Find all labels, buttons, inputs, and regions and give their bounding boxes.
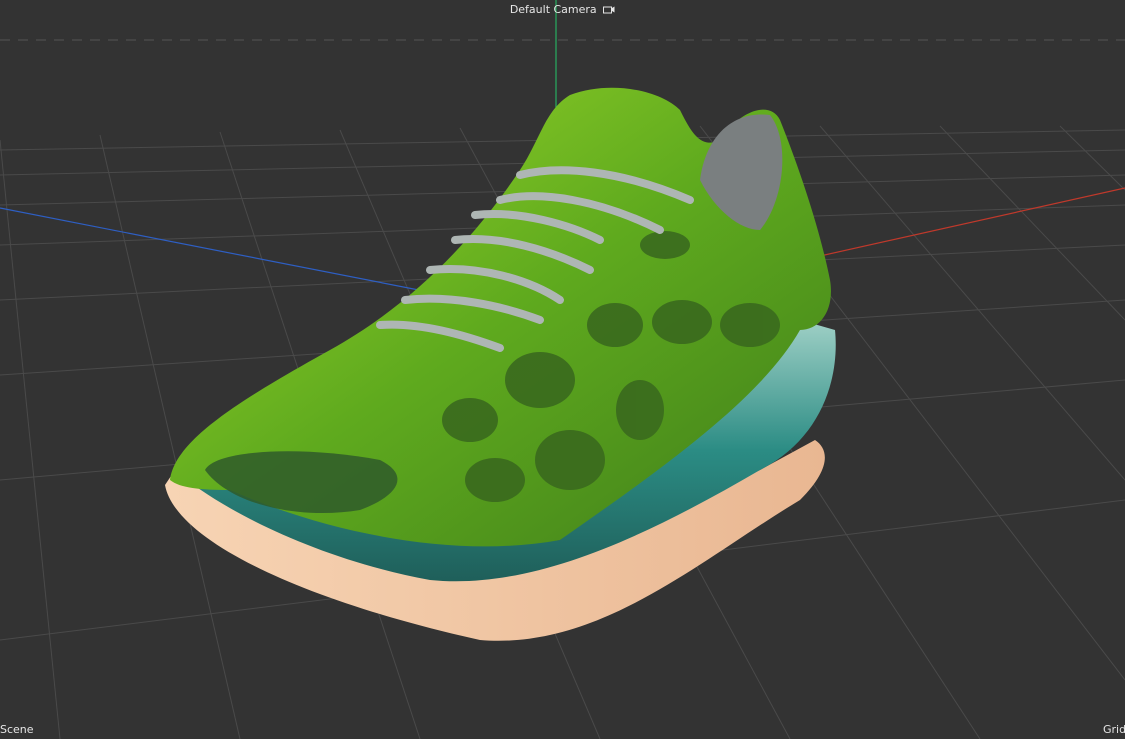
shoe-model[interactable] bbox=[165, 87, 836, 641]
viewport-canvas[interactable] bbox=[0, 0, 1125, 739]
camera-icon[interactable] bbox=[603, 4, 615, 17]
x-axis-line bbox=[819, 187, 1125, 257]
camera-name[interactable]: Default Camera bbox=[510, 3, 597, 16]
z-axis-line bbox=[0, 207, 471, 301]
camera-selector[interactable]: Default Camera bbox=[0, 3, 1125, 17]
scene-tab[interactable]: Scene bbox=[0, 723, 34, 736]
grid-tab[interactable]: Grid bbox=[1103, 723, 1125, 736]
3d-viewport[interactable]: Default Camera Scene Grid bbox=[0, 0, 1125, 739]
